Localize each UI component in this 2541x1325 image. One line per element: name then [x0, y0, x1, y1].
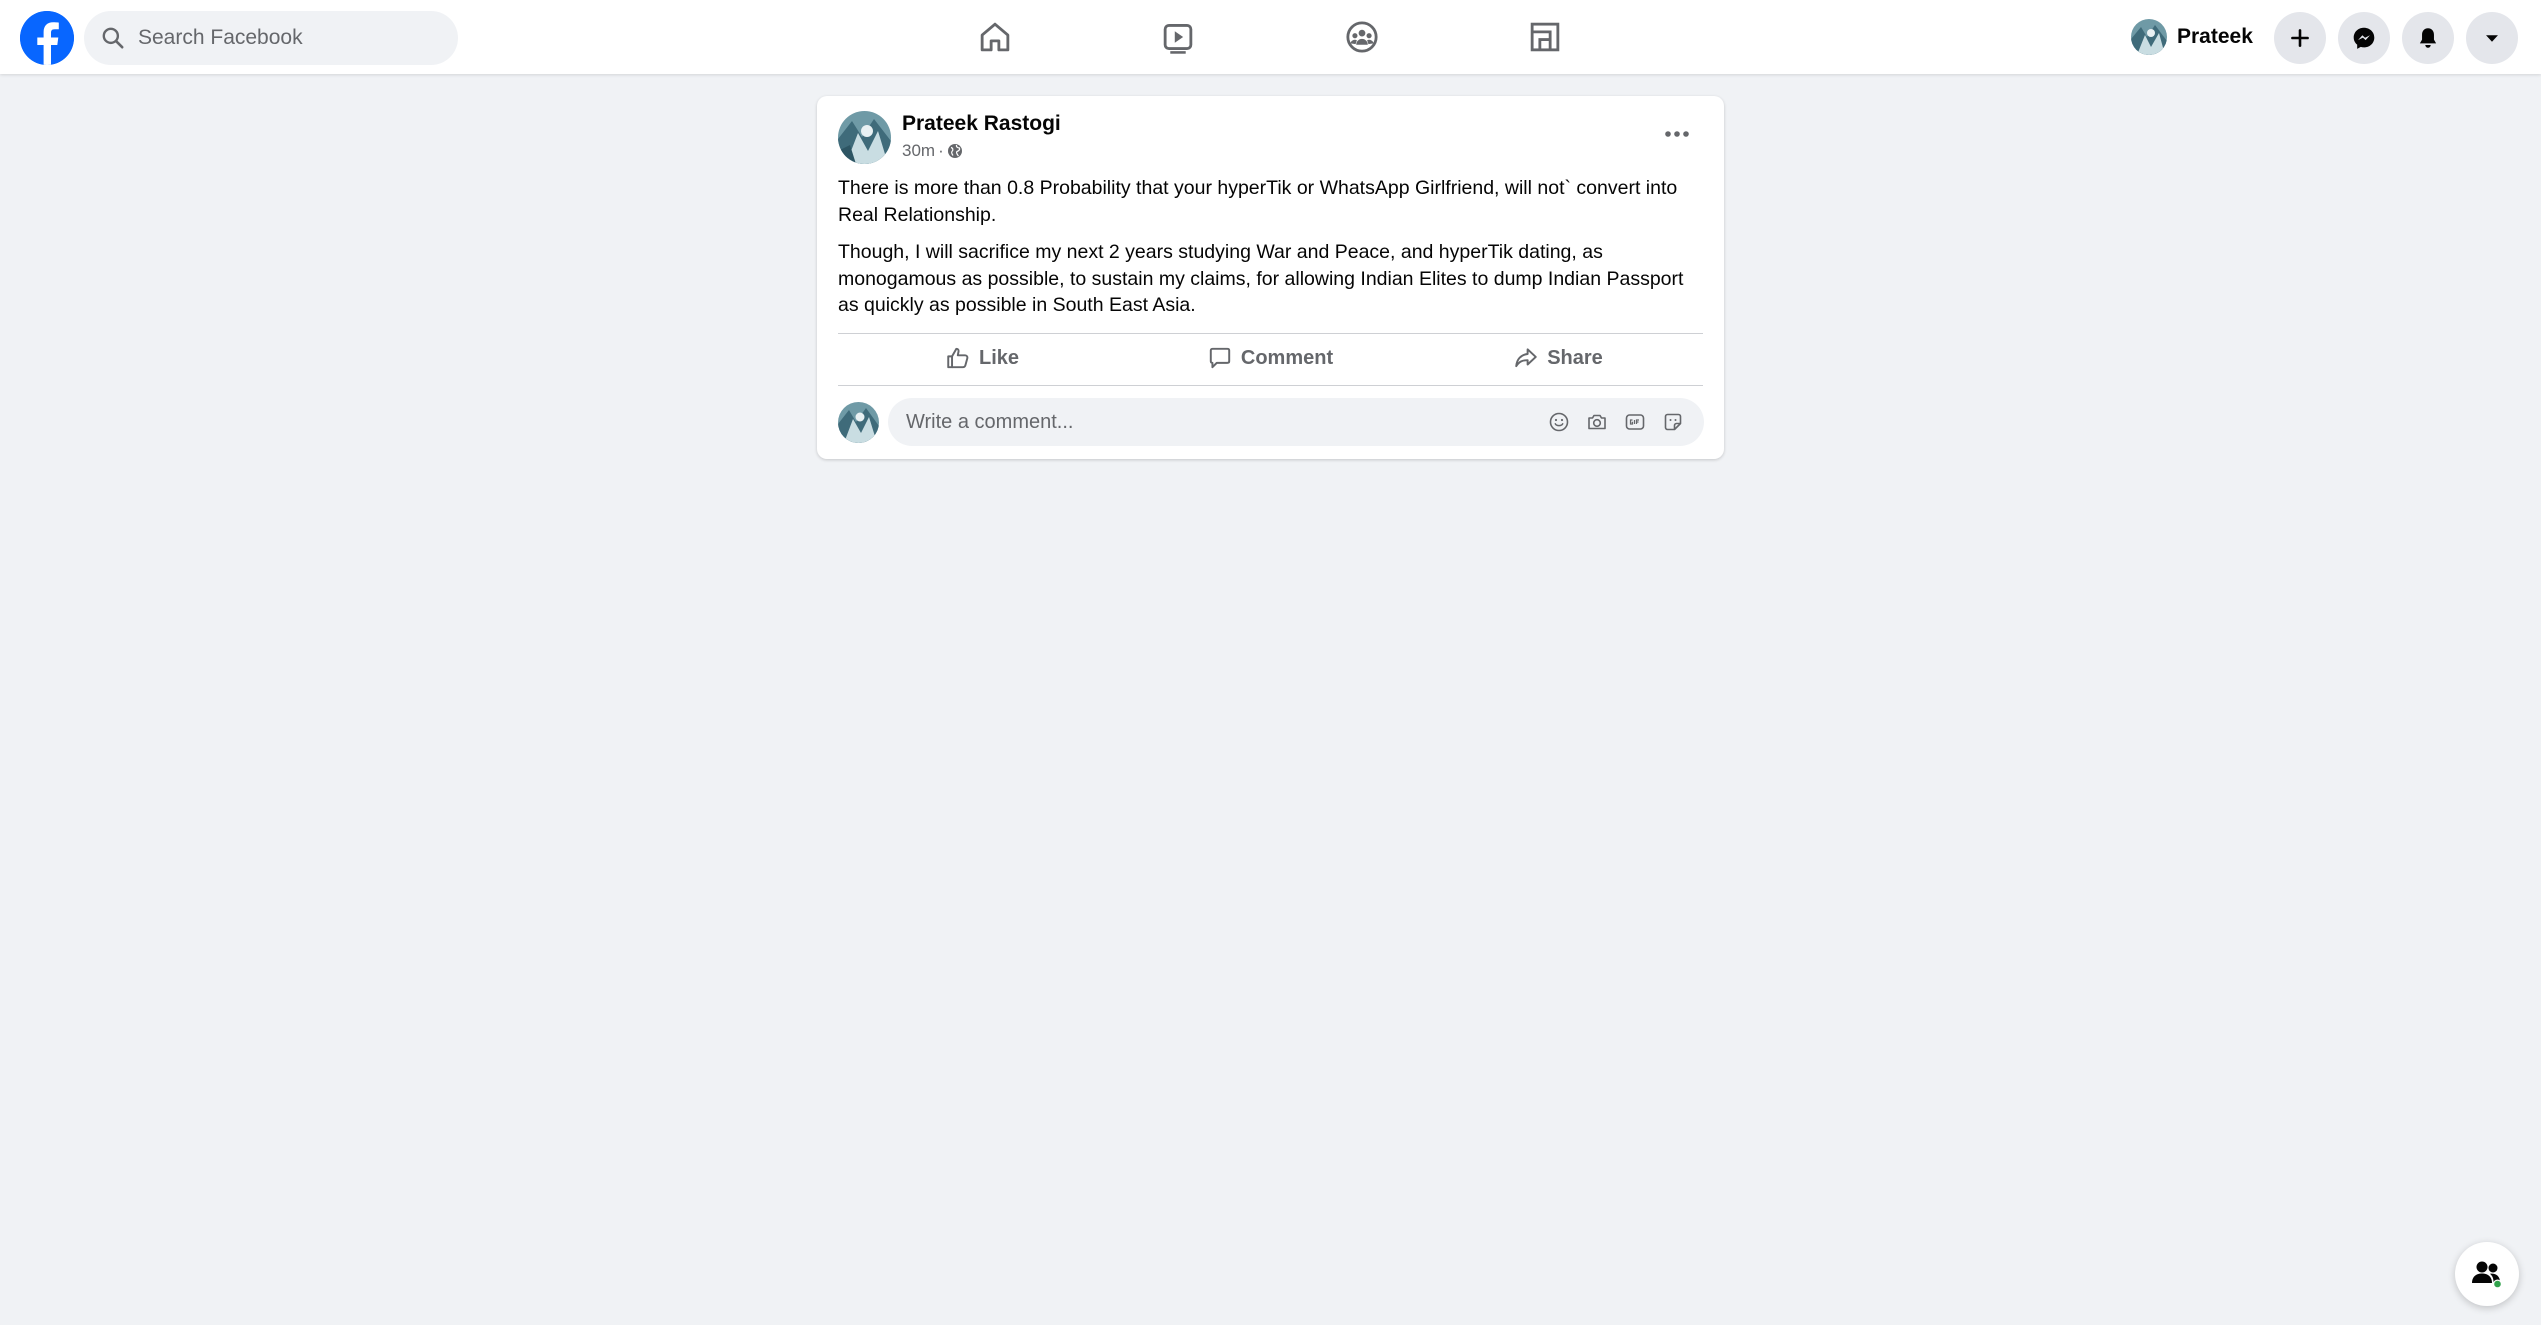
contacts-button[interactable]: [2455, 1242, 2519, 1306]
post-author-name[interactable]: Prateek Rastogi: [902, 112, 1061, 136]
comment-composer[interactable]: [888, 398, 1704, 446]
like-button[interactable]: Like: [838, 339, 1126, 377]
post-options-button[interactable]: [1655, 112, 1699, 156]
account-menu-button[interactable]: [2466, 12, 2518, 64]
comment-icon: [1209, 347, 1231, 369]
post-timestamp[interactable]: 30m: [902, 141, 935, 161]
top-navigation-bar: Prateek: [0, 0, 2541, 74]
divider: [838, 333, 1703, 334]
emoji-icon: [1549, 412, 1569, 432]
bell-icon: [2419, 28, 2437, 48]
tab-watch[interactable]: [1118, 0, 1238, 74]
groups-icon: [1346, 21, 1378, 53]
tab-gaming[interactable]: [1485, 0, 1605, 74]
comment-label: Comment: [1240, 346, 1334, 369]
caret-down-icon: [2486, 35, 2498, 42]
emoji-button[interactable]: [1540, 403, 1578, 441]
create-button[interactable]: [2274, 12, 2326, 64]
share-icon: [1515, 348, 1537, 368]
post-meta: 30m ·: [902, 141, 963, 161]
sticker-icon: [1664, 413, 1682, 431]
video-play-icon: [1163, 24, 1193, 54]
avatar[interactable]: [838, 402, 879, 443]
notifications-button[interactable]: [2402, 12, 2454, 64]
messenger-button[interactable]: [2338, 12, 2390, 64]
tab-home[interactable]: [935, 0, 1055, 74]
post-paragraph: Though, I will sacrifice my next 2 years…: [838, 241, 1684, 316]
thumbs-up-icon: [947, 347, 969, 369]
divider: [838, 385, 1703, 386]
share-button[interactable]: Share: [1414, 339, 1702, 377]
meta-separator: ·: [938, 141, 944, 160]
gif-button[interactable]: [1616, 403, 1654, 441]
camera-icon: [1588, 414, 1606, 430]
search-bar[interactable]: [84, 11, 458, 65]
share-label: Share: [1547, 346, 1603, 369]
tab-groups[interactable]: [1302, 0, 1422, 74]
avatar: [2131, 19, 2167, 55]
plus-icon: [2291, 29, 2309, 47]
profile-name: Prateek: [2177, 25, 2253, 48]
globe-icon: [947, 144, 962, 158]
photo-button[interactable]: [1578, 403, 1616, 441]
contacts-icon: [2472, 1261, 2502, 1289]
comment-input[interactable]: [904, 409, 1524, 435]
profile-shortcut[interactable]: Prateek: [2125, 14, 2261, 60]
facebook-logo-icon[interactable]: [20, 11, 74, 65]
messenger-icon: [2353, 27, 2375, 49]
post-body: There is more than 0.8 Probability that …: [838, 175, 1708, 330]
author-avatar[interactable]: [838, 111, 891, 164]
home-icon: [980, 22, 1010, 52]
gaming-icon: [1530, 22, 1560, 52]
search-input[interactable]: [136, 25, 436, 51]
post-card: Prateek Rastogi 30m · There is more than…: [817, 96, 1724, 459]
comment-button[interactable]: Comment: [1126, 339, 1414, 377]
sticker-button[interactable]: [1654, 403, 1692, 441]
like-label: Like: [978, 346, 1020, 369]
comment-tools: [1540, 403, 1692, 441]
post-paragraph: There is more than 0.8 Probability that …: [838, 177, 1678, 226]
gif-icon: [1625, 414, 1645, 430]
more-horizontal-icon: [1665, 131, 1689, 137]
search-icon: [102, 27, 124, 49]
